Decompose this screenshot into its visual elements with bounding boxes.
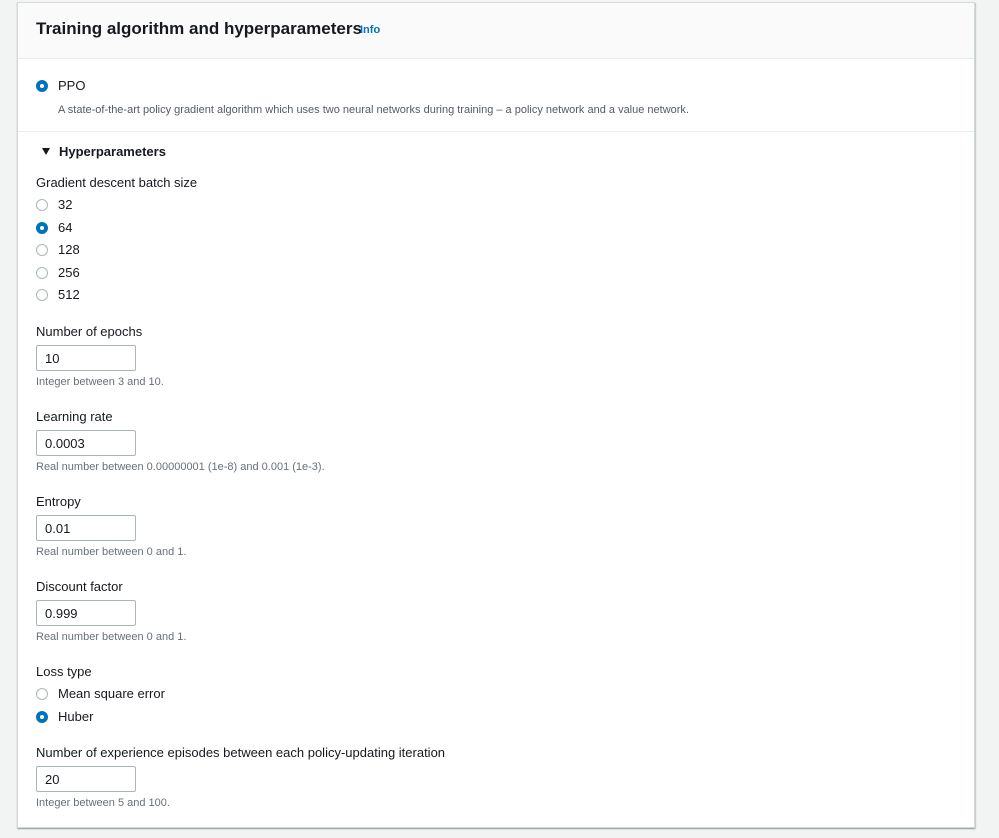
entropy-input[interactable] xyxy=(36,515,136,541)
batch-size-radio-1[interactable] xyxy=(36,221,48,234)
learning-rate-input[interactable] xyxy=(36,430,136,456)
entropy-label: Entropy xyxy=(36,494,81,509)
entropy-hint: Real number between 0 and 1. xyxy=(36,546,187,558)
ppo-label: PPO xyxy=(58,78,86,93)
loss-type-label: Loss type xyxy=(36,664,92,679)
loss-type-option-label: Huber xyxy=(58,709,94,724)
batch-size-option-label: 64 xyxy=(58,219,73,235)
discount-factor-input[interactable] xyxy=(36,600,136,626)
batch-size-option-label: 128 xyxy=(58,242,80,257)
algorithm-section: PPO A state-of-the-art policy gradient a… xyxy=(18,59,974,132)
batch-size-radio-3[interactable] xyxy=(36,266,48,279)
batch-size-option-label: 512 xyxy=(58,287,80,302)
hyperparameters-title: Hyperparameters xyxy=(59,144,166,159)
episodes-input[interactable] xyxy=(36,766,136,792)
loss-type-radio-1[interactable] xyxy=(36,711,48,723)
batch-size-radio-2[interactable] xyxy=(36,244,48,256)
discount-factor-hint: Real number between 0 and 1. xyxy=(36,631,187,643)
epochs-label: Number of epochs xyxy=(36,324,143,339)
training-panel: Training algorithm and hyperparameters I… xyxy=(17,2,975,828)
batch-size-radio-4[interactable] xyxy=(36,289,48,301)
epochs-hint: Integer between 3 and 10. xyxy=(36,376,164,388)
learning-rate-hint: Real number between 0.00000001 (1e-8) an… xyxy=(36,461,325,473)
epochs-input[interactable] xyxy=(36,345,136,371)
batch-size-label: Gradient descent batch size xyxy=(36,175,198,190)
batch-size-option-label: 256 xyxy=(58,264,80,280)
discount-factor-label: Discount factor xyxy=(36,579,123,594)
caret-down-icon xyxy=(42,148,50,155)
loss-type-radio-0[interactable] xyxy=(36,688,48,700)
panel-title: Training algorithm and hyperparameters xyxy=(36,19,362,38)
episodes-hint: Integer between 5 and 100. xyxy=(36,797,170,809)
hyperparameters-toggle[interactable]: Hyperparameters xyxy=(42,144,166,159)
ppo-radio[interactable] xyxy=(36,80,48,92)
panel-header: Training algorithm and hyperparameters I… xyxy=(18,3,974,59)
ppo-description: A state-of-the-art policy gradient algor… xyxy=(58,104,689,116)
batch-size-option-label: 32 xyxy=(58,197,73,212)
batch-size-radio-0[interactable] xyxy=(36,199,48,211)
episodes-label: Number of experience episodes between ea… xyxy=(36,745,446,760)
info-link[interactable]: Info xyxy=(360,24,380,36)
learning-rate-label: Learning rate xyxy=(36,409,113,424)
loss-type-option-label: Mean square error xyxy=(58,686,165,701)
